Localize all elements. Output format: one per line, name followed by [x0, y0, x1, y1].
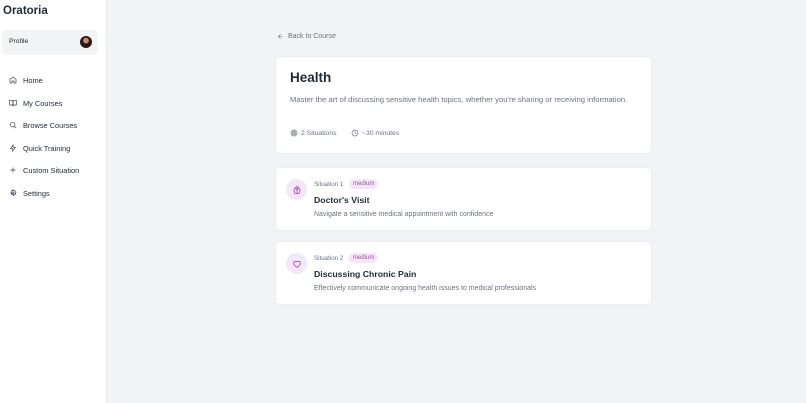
profile-label: Profile: [9, 38, 29, 45]
page-title: Health: [290, 70, 332, 85]
course-header-card: Health Master the art of discussing sens…: [276, 57, 651, 153]
sidebar-item-label: Quick Training: [23, 143, 71, 153]
avatar[interactable]: [80, 36, 92, 48]
sidebar-item-quick-training[interactable]: Quick Training: [9, 141, 70, 155]
sidebar-item-custom-situation[interactable]: Custom Situation: [9, 163, 79, 177]
target-icon: [290, 129, 298, 137]
search-icon: [10, 122, 17, 129]
situation-title: Discussing Chronic Pain: [314, 269, 417, 279]
sidebar-item-browse-courses[interactable]: Browse Courses: [9, 118, 77, 132]
situation-description: Navigate a sensitive medical appointment…: [314, 211, 494, 218]
heart-icon: [292, 260, 301, 268]
situation-card-1[interactable]: Situation 1 medium Doctor's Visit Naviga…: [276, 168, 651, 230]
situation-number: Situation 2: [314, 255, 344, 262]
arrow-left-icon: [278, 34, 283, 39]
course-duration: ~30 minutes: [351, 129, 399, 137]
profile-button[interactable]: Profile: [2, 30, 98, 55]
sidebar-item-label: My Courses: [23, 98, 63, 108]
clock-icon: [351, 129, 359, 137]
sidebar-item-label: Custom Situation: [23, 165, 80, 175]
app-logo[interactable]: Oratoria: [3, 5, 48, 17]
situations-count: 2 Situations: [290, 129, 337, 137]
back-to-course-link[interactable]: Back to Course: [277, 33, 336, 40]
situations-count-label: 2 Situations: [301, 129, 337, 137]
difficulty-badge: medium: [349, 253, 379, 263]
situation-description: Effectively communicate ongoing health i…: [314, 285, 537, 292]
brain-icon: [293, 185, 300, 194]
book-open-icon: [9, 100, 17, 107]
situation-icon: [286, 179, 307, 200]
back-link-label: Back to Course: [288, 33, 336, 40]
home-icon: [9, 76, 17, 84]
sidebar-item-label: Home: [23, 75, 43, 85]
duration-label: ~30 minutes: [362, 129, 400, 137]
situation-title: Doctor's Visit: [314, 195, 370, 205]
course-description: Master the art of discussing sensitive h…: [290, 95, 628, 104]
sidebar-item-home[interactable]: Home: [9, 73, 43, 87]
sidebar: Oratoria Profile Home My Courses Browse …: [0, 0, 107, 403]
situation-icon: [286, 253, 307, 274]
lightning-icon: [10, 144, 16, 152]
difficulty-badge: medium: [349, 179, 379, 189]
plus-icon: [10, 167, 16, 173]
situation-card-2[interactable]: Situation 2 medium Discussing Chronic Pa…: [276, 242, 651, 304]
gear-icon: [10, 189, 17, 196]
situation-number: Situation 1: [314, 181, 344, 188]
sidebar-item-settings[interactable]: Settings: [9, 186, 50, 200]
sidebar-item-label: Browse Courses: [23, 120, 78, 130]
sidebar-item-my-courses[interactable]: My Courses: [9, 96, 62, 110]
sidebar-item-label: Settings: [23, 188, 50, 198]
